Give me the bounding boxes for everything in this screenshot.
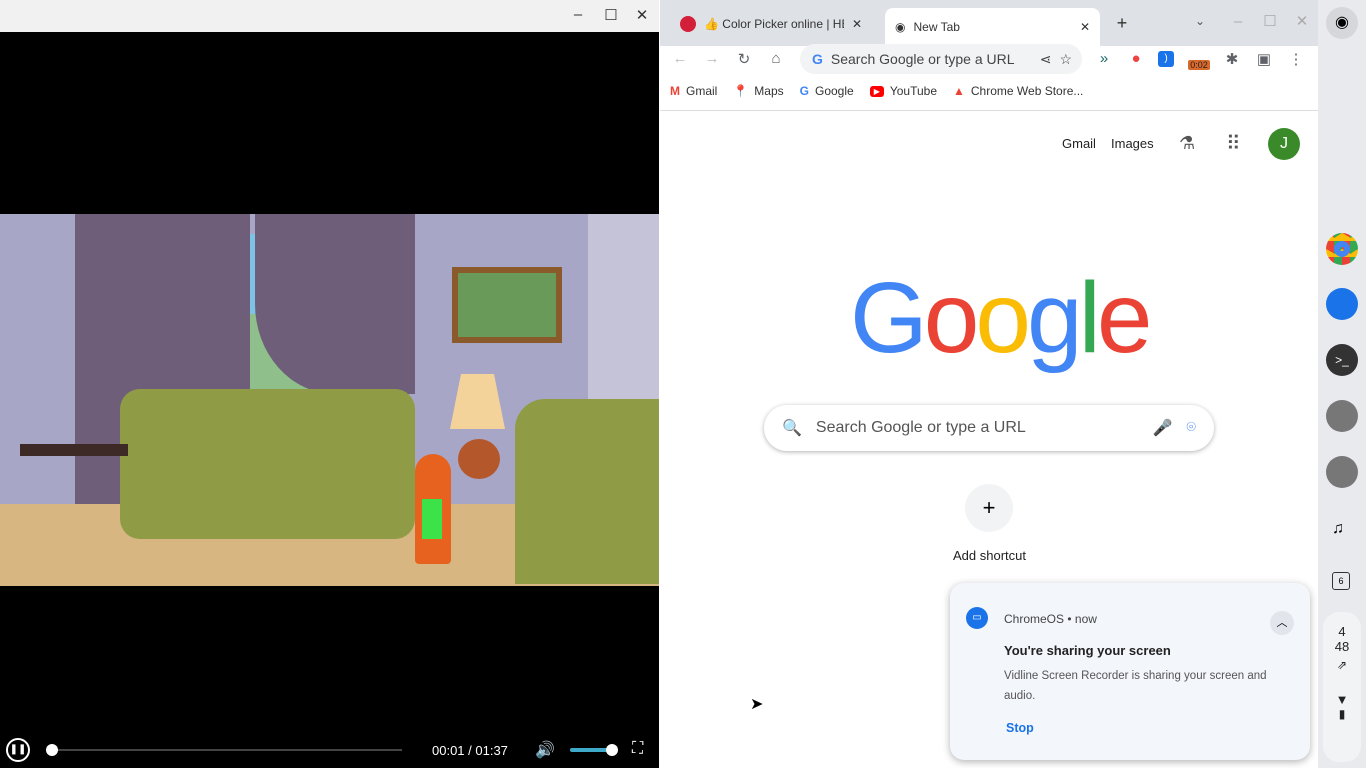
stop-sharing-button[interactable]: Stop (1006, 721, 1034, 735)
video-player-window: – ☐ ✕ ❚❚ 00:01 / 01:37 🔊 ⛶ (0, 0, 659, 768)
labs-flask-icon[interactable]: ⚗ (1179, 133, 1195, 154)
files-app-icon[interactable] (1326, 288, 1358, 320)
system-tray[interactable]: 4 48 ⇗ ▼ ▮ (1323, 612, 1361, 762)
fullscreen-icon[interactable]: ⛶ (632, 740, 643, 758)
youtube-icon: ▶ (869, 85, 884, 97)
time-display: 00:01 / 01:37 (432, 743, 508, 758)
bookmark-chrome-web-store[interactable]: ▲ Chrome Web Store... (953, 84, 1083, 98)
calendar-icon[interactable]: 6 (1332, 572, 1350, 590)
add-shortcut-button[interactable]: + (965, 484, 1013, 532)
volume-handle[interactable] (606, 744, 618, 756)
close-tab-icon[interactable]: ✕ (852, 17, 862, 31)
tab-search-chevron-icon[interactable]: ⌄ (1190, 14, 1210, 28)
reload-button[interactable]: ↻ (734, 50, 754, 68)
wifi-icon: ▼ (1335, 692, 1349, 707)
new-tab-button[interactable]: + (1112, 13, 1132, 34)
images-link[interactable]: Images (1111, 136, 1154, 151)
bookmark-maps[interactable]: 📍 Maps (733, 84, 783, 98)
chrome-app-icon[interactable] (1326, 233, 1358, 265)
maximize-button[interactable]: ☐ (601, 6, 621, 24)
screen-share-icon: ▭ (966, 607, 988, 629)
lens-icon[interactable]: ⌾ (1186, 419, 1196, 437)
screen-cast-icon: ⇗ (1336, 658, 1348, 672)
tab-new-tab[interactable]: ◉ New Tab ✕ (885, 8, 1100, 46)
omnibox[interactable]: G Search Google or type a URL ⋖ ☆ (800, 44, 1082, 74)
share-icon[interactable]: ⋖ (1040, 51, 1052, 68)
extension-timer-badge[interactable]: 0:02 (1188, 60, 1210, 70)
web-store-icon: ▲ (953, 84, 965, 98)
bookmark-youtube[interactable]: ▶ YouTube (869, 84, 937, 98)
pause-button[interactable]: ❚❚ (6, 738, 30, 762)
bookmarks-bar: M Gmail 📍 Maps G Google ▶ YouTube ▲ Chrome We… (670, 80, 1083, 102)
playlist-icon[interactable]: ♫ (1332, 520, 1344, 538)
chrome-favicon-icon: ◉ (895, 20, 906, 34)
collapse-chevron-icon[interactable]: ︿ (1270, 611, 1294, 635)
google-icon: G (799, 84, 809, 98)
battery-icon: ▮ (1338, 707, 1346, 721)
close-button[interactable]: ✕ (632, 6, 652, 24)
volume-icon[interactable]: 🔊 (535, 740, 555, 760)
clock-minute: 48 (1334, 639, 1350, 654)
tab-color-picker[interactable]: 👍 Color Picker online | HEX ✕ (670, 8, 885, 40)
add-shortcut-label: Add shortcut (953, 548, 1026, 563)
notification-body: Vidline Screen Recorder is sharing your … (1004, 670, 1267, 702)
color-picker-favicon-icon (680, 16, 696, 32)
gmail-link[interactable]: Gmail (1062, 136, 1096, 151)
ntp-search-box[interactable]: 🔍 Search Google or type a URL 🎤 ⌾ (764, 405, 1214, 451)
extension-arrows-icon[interactable]: » (1094, 50, 1114, 67)
linux-app-icon-2[interactable] (1326, 456, 1358, 488)
extension-audio-icon[interactable]: ) (1158, 51, 1174, 67)
google-g-icon: G (812, 51, 823, 67)
home-button[interactable]: ⌂ (766, 50, 786, 67)
minimize-button[interactable]: – (568, 6, 588, 23)
back-button[interactable]: ← (670, 50, 690, 67)
shelf: ◉ >_ ♫ 6 4 48 ⇗ ▼ ▮ (1318, 0, 1366, 768)
linux-app-icon[interactable] (1326, 400, 1358, 432)
bookmark-google[interactable]: G Google (800, 84, 854, 98)
player-controls: ❚❚ 00:01 / 01:37 🔊 ⛶ (0, 732, 659, 768)
notification-title: You're sharing your screen (1004, 643, 1171, 658)
search-icon: 🔍 (782, 420, 802, 437)
video-frame (0, 214, 659, 586)
player-titlebar: – ☐ ✕ (0, 0, 659, 32)
gmail-icon: M (670, 84, 680, 98)
maps-pin-icon: 📍 (733, 84, 749, 98)
minimize-button[interactable]: – (1228, 13, 1248, 30)
forward-button[interactable]: → (702, 50, 722, 67)
seek-bar[interactable] (48, 749, 402, 751)
screen-capture-icon[interactable]: ◉ (1326, 7, 1358, 39)
seek-handle[interactable] (46, 744, 58, 756)
terminal-app-icon[interactable]: >_ (1326, 344, 1358, 376)
avatar[interactable]: J (1268, 128, 1300, 160)
extension-record-icon[interactable]: ● (1126, 50, 1146, 67)
tab-strip: 👍 Color Picker online | HEX ✕ ◉ New Tab … (660, 0, 1318, 46)
screen-share-notification: ▭ ChromeOS • now ︿ You're sharing your s… (950, 583, 1310, 760)
menu-icon[interactable]: ⋮ (1286, 50, 1306, 68)
close-window-button[interactable]: ✕ (1292, 12, 1312, 30)
microphone-icon[interactable]: 🎤 (1152, 418, 1172, 438)
mouse-cursor-icon: ➤ (750, 696, 764, 713)
bookmark-gmail[interactable]: M Gmail (670, 84, 717, 98)
side-panel-icon[interactable]: ▣ (1254, 50, 1274, 68)
maximize-button[interactable]: ☐ (1260, 12, 1280, 30)
clock-hour: 4 (1338, 624, 1346, 639)
bookmark-star-icon[interactable]: ☆ (1059, 51, 1072, 68)
google-logo: Google (850, 262, 1152, 374)
notification-source: ChromeOS • now (1004, 612, 1097, 626)
apps-grid-icon[interactable]: ⠿ (1226, 131, 1241, 156)
close-tab-icon[interactable]: ✕ (1080, 20, 1090, 34)
extensions-puzzle-icon[interactable]: ✱ (1222, 50, 1242, 68)
